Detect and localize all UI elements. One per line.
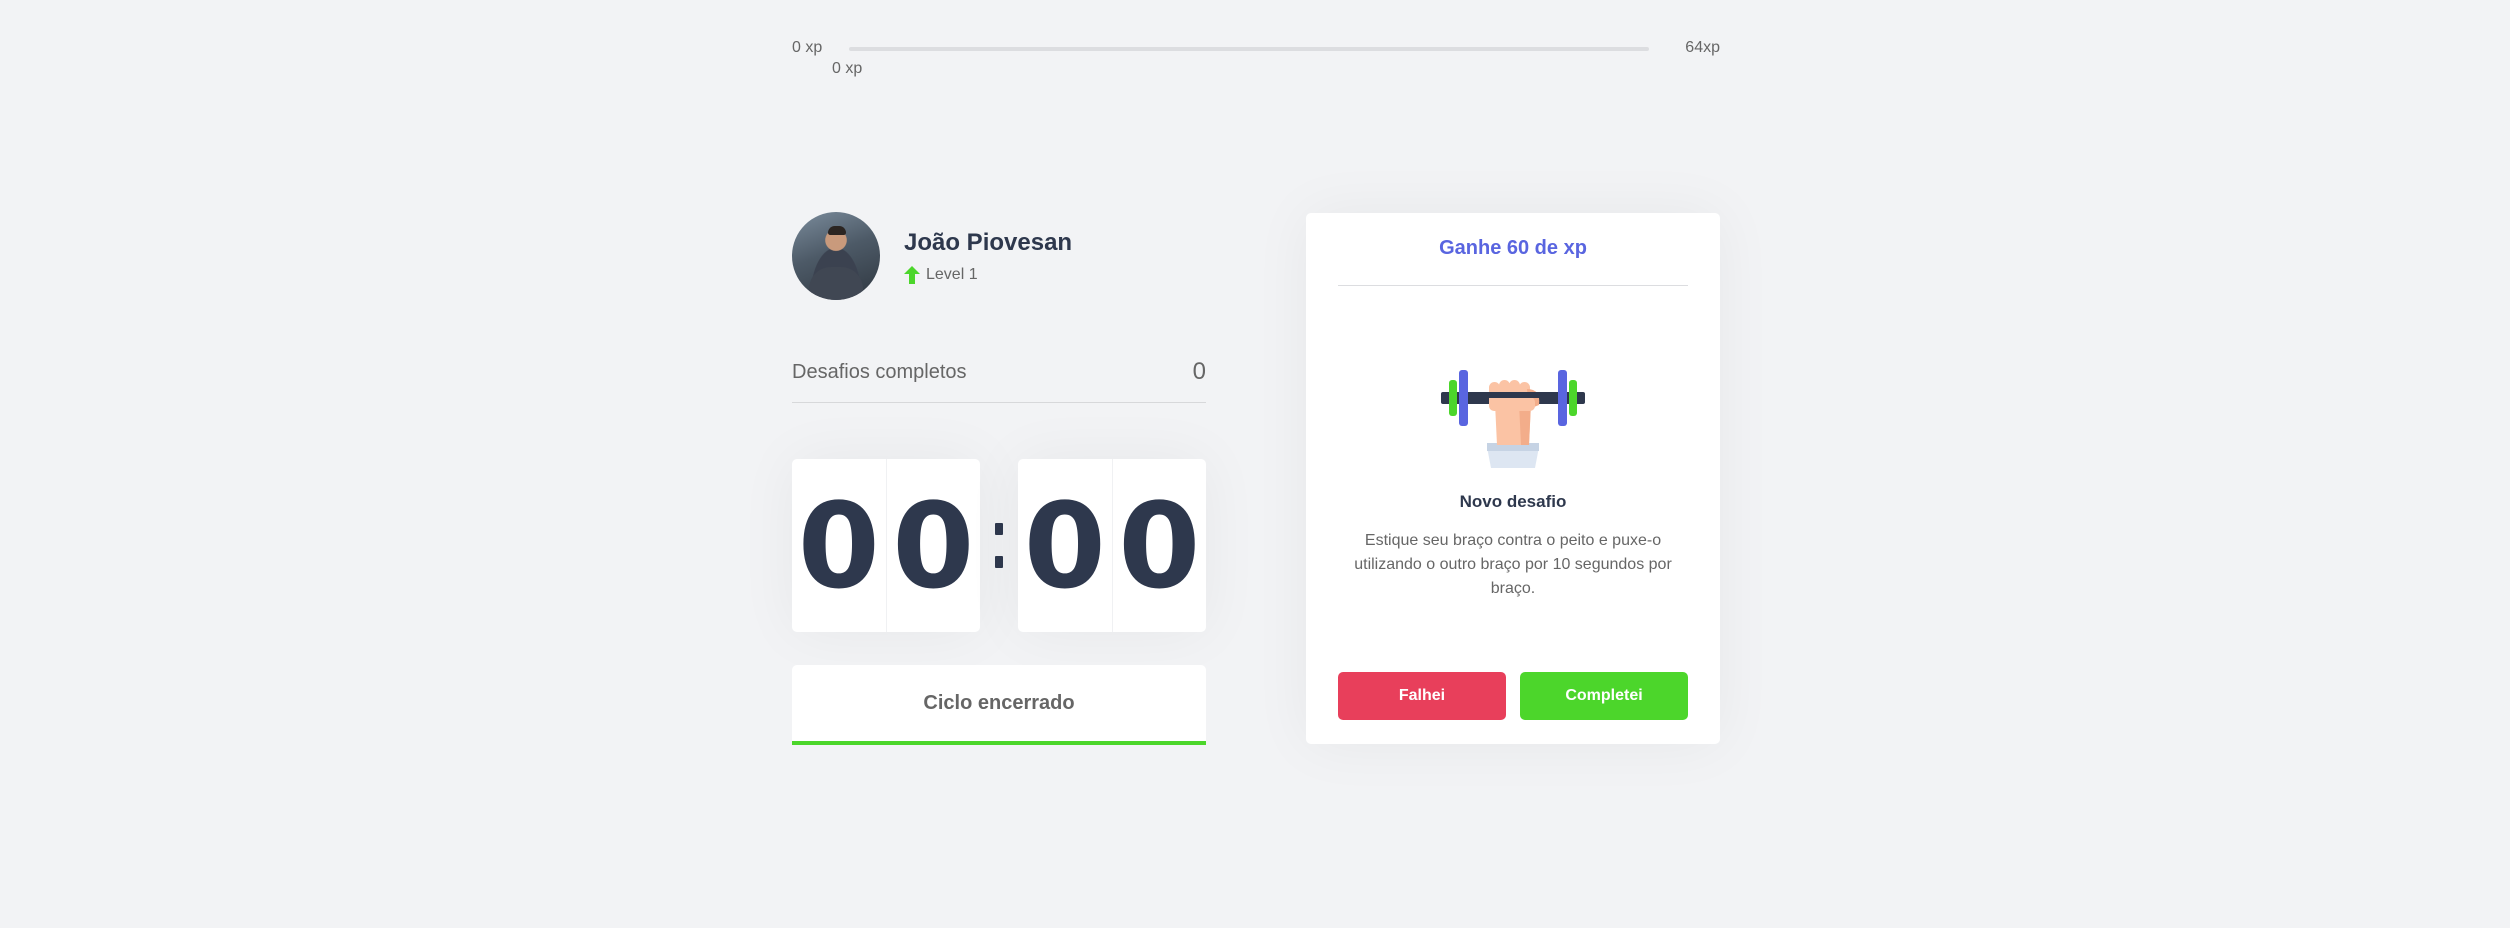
avatar xyxy=(792,212,880,300)
challenge-subtitle: Novo desafio xyxy=(1459,492,1567,511)
completed-challenges-count: 0 xyxy=(1192,358,1206,385)
dumbbell-arm-icon xyxy=(1441,370,1585,468)
minute-digit-tens: 0 xyxy=(797,476,880,615)
profile-name: João Piovesan xyxy=(904,229,1073,256)
second-digit-ones: 0 xyxy=(1111,459,1207,632)
challenge-card: Ganhe 60 de xp Novo desafio Estique seu … xyxy=(1306,213,1720,744)
countdown-colon xyxy=(990,459,1008,632)
level-up-arrow-icon xyxy=(904,266,920,284)
second-digit-tens: 0 xyxy=(1023,476,1106,615)
challenge-description: Estique seu braço contra o peito e puxe-… xyxy=(1354,532,1672,597)
experience-bar: 0 xp 0 xp 64xp xyxy=(792,38,1720,88)
xp-min-label: 0 xp xyxy=(792,39,823,56)
countdown-seconds: 0 0 xyxy=(1018,459,1206,632)
level-label: Level 1 xyxy=(926,266,978,283)
minute-digit-ones: 0 xyxy=(885,459,981,632)
countdown-minutes: 0 0 xyxy=(792,459,980,632)
xp-progress-track xyxy=(849,47,1649,51)
challenge-title: Ganhe 60 de xp xyxy=(1338,213,1688,286)
completed-challenges: Desafios completos 0 xyxy=(792,356,1206,403)
failed-button[interactable]: Falhei xyxy=(1338,672,1506,720)
completed-button[interactable]: Completei xyxy=(1520,672,1688,720)
profile-level: Level 1 xyxy=(904,265,978,285)
xp-max-label: 64xp xyxy=(1685,39,1720,56)
countdown: 0 0 0 0 xyxy=(792,459,1206,632)
completed-challenges-label: Desafios completos xyxy=(792,361,967,383)
cycle-ended-button[interactable]: Ciclo encerrado xyxy=(792,665,1206,745)
profile: João Piovesan Level 1 xyxy=(792,212,1206,302)
xp-current-label: 0 xp xyxy=(832,60,863,77)
